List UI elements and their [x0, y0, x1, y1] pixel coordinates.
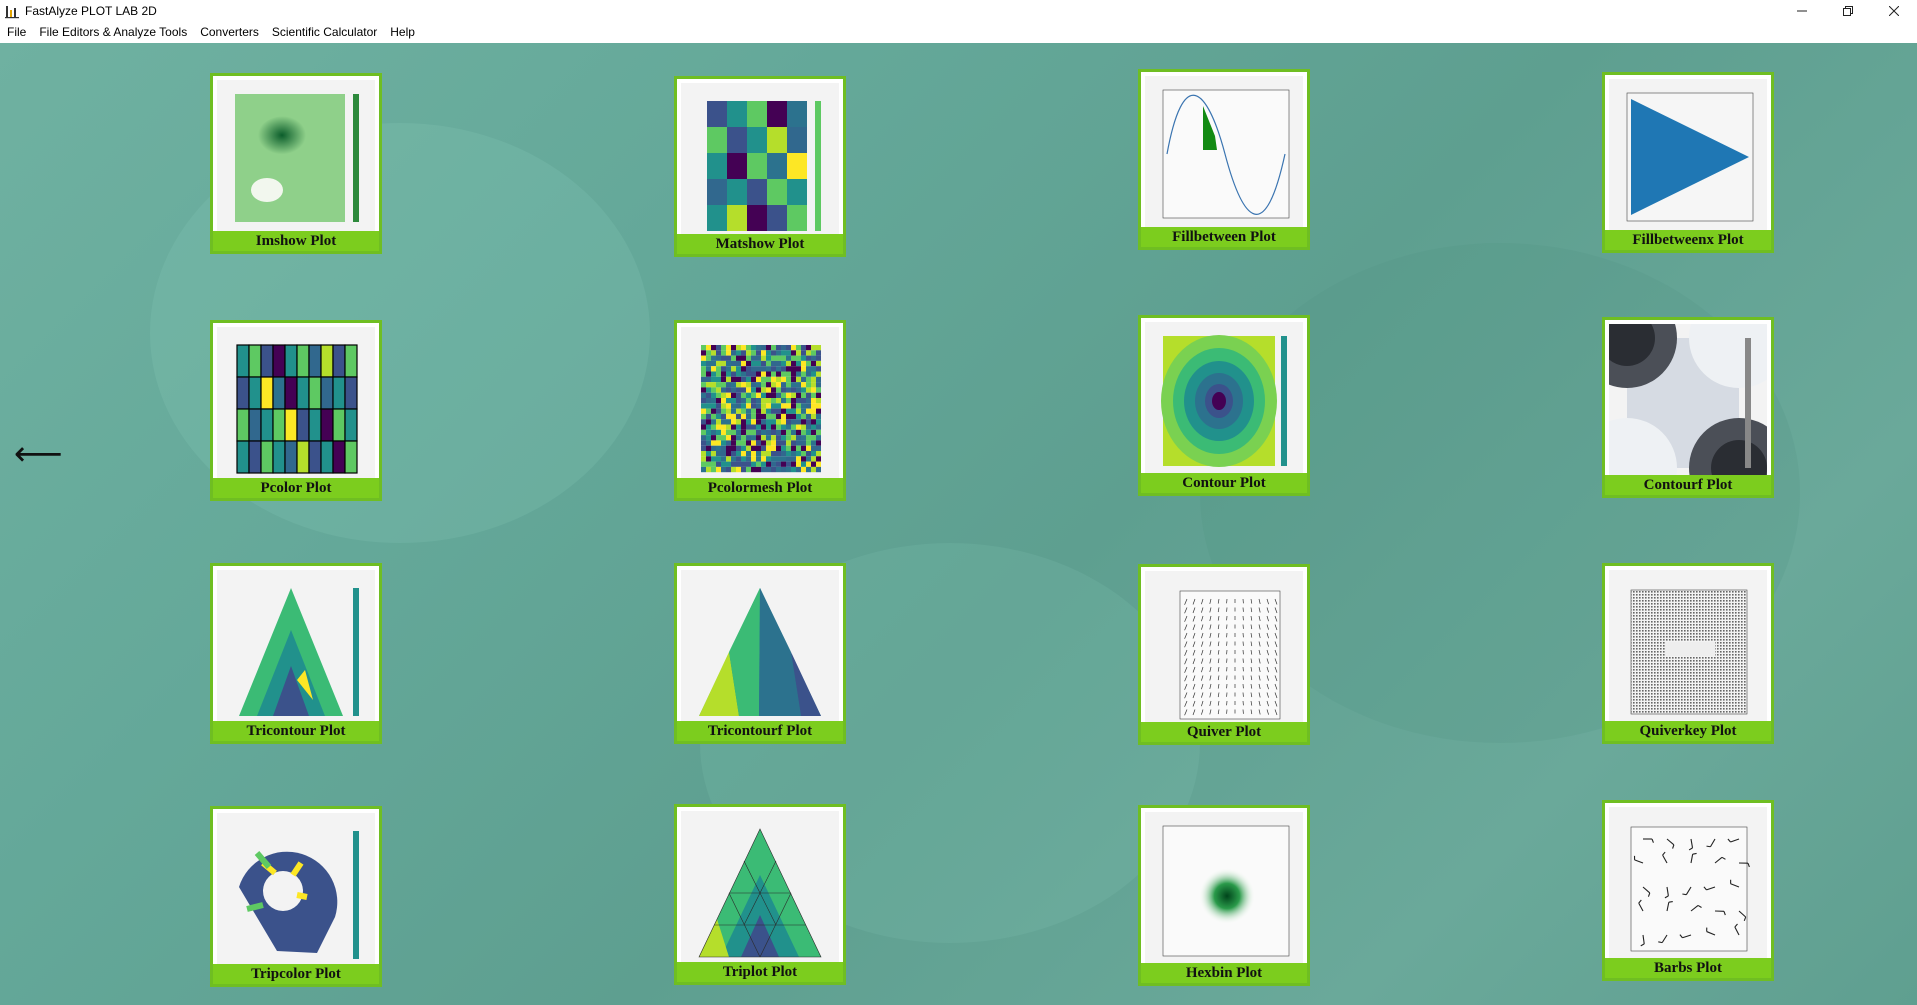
plot-label: Matshow Plot	[677, 234, 843, 254]
menu-file[interactable]: File	[0, 22, 32, 43]
barbs-plot-card[interactable]: Barbs Plot	[1602, 800, 1774, 981]
quiverkey-thumbnail	[1609, 570, 1767, 722]
plot-label: Hexbin Plot	[1141, 963, 1307, 983]
quiver-plot-card[interactable]: Quiver Plot	[1138, 564, 1310, 745]
pcolormesh-plot-card[interactable]: Pcolormesh Plot	[674, 320, 846, 501]
tricontour-plot-card[interactable]: Tricontour Plot	[210, 563, 382, 744]
contourf-plot-card[interactable]: Contourf Plot	[1602, 317, 1774, 498]
app-icon	[5, 6, 19, 19]
close-icon[interactable]	[1871, 0, 1917, 22]
pcolor-plot-card[interactable]: Pcolor Plot	[210, 320, 382, 501]
barbs-thumbnail	[1609, 807, 1767, 959]
matshow-plot-card[interactable]: Matshow Plot	[674, 76, 846, 257]
hexbin-thumbnail	[1145, 812, 1303, 964]
window-title: FastAlyze PLOT LAB 2D	[25, 4, 157, 18]
left-arrow-icon[interactable]: ⟵	[14, 437, 63, 471]
menu-scientific-calculator[interactable]: Scientific Calculator	[265, 22, 383, 43]
contourf-thumbnail	[1609, 324, 1767, 476]
fillbetweenx-thumbnail	[1609, 79, 1767, 231]
plot-label: Quiver Plot	[1141, 722, 1307, 742]
plot-label: Fillbetweenx Plot	[1605, 230, 1771, 250]
plot-label: Pcolor Plot	[213, 478, 379, 498]
menu-converters[interactable]: Converters	[193, 22, 265, 43]
title-bar: FastAlyze PLOT LAB 2D	[0, 0, 1917, 22]
minimize-icon[interactable]	[1779, 0, 1825, 22]
plot-label: Barbs Plot	[1605, 958, 1771, 978]
contour-thumbnail	[1145, 322, 1303, 474]
pcolor-thumbnail	[217, 327, 375, 479]
tripcolor-thumbnail	[217, 813, 375, 965]
plot-label: Quiverkey Plot	[1605, 721, 1771, 741]
matshow-thumbnail	[681, 83, 839, 235]
menu-help[interactable]: Help	[383, 22, 421, 43]
plot-label: Contourf Plot	[1605, 475, 1771, 495]
triplot-thumbnail	[681, 811, 839, 963]
menu-file-editors[interactable]: File Editors & Analyze Tools	[32, 22, 193, 43]
window-controls	[1779, 0, 1917, 22]
tricontourf-plot-card[interactable]: Tricontourf Plot	[674, 563, 846, 744]
imshow-plot-card[interactable]: Imshow Plot	[210, 73, 382, 254]
fillbetweenx-plot-card[interactable]: Fillbetweenx Plot	[1602, 72, 1774, 253]
plot-label: Tripcolor Plot	[213, 964, 379, 984]
main-panel: ⟵ Imshow Plot Matshow Plot Fillbetween P…	[0, 43, 1917, 1005]
fillbetween-thumbnail	[1145, 76, 1303, 228]
plot-label: Tricontourf Plot	[677, 721, 843, 741]
plot-label: Imshow Plot	[213, 231, 379, 251]
imshow-thumbnail	[217, 80, 375, 232]
pcolormesh-thumbnail	[681, 327, 839, 479]
fillbetween-plot-card[interactable]: Fillbetween Plot	[1138, 69, 1310, 250]
contour-plot-card[interactable]: Contour Plot	[1138, 315, 1310, 496]
plot-label: Contour Plot	[1141, 473, 1307, 493]
quiverkey-plot-card[interactable]: Quiverkey Plot	[1602, 563, 1774, 744]
restore-icon[interactable]	[1825, 0, 1871, 22]
tripcolor-plot-card[interactable]: Tripcolor Plot	[210, 806, 382, 987]
plot-label: Tricontour Plot	[213, 721, 379, 741]
tricontour-thumbnail	[217, 570, 375, 722]
menu-bar: File File Editors & Analyze Tools Conver…	[0, 22, 1917, 44]
triplot-plot-card[interactable]: Triplot Plot	[674, 804, 846, 985]
plot-label: Fillbetween Plot	[1141, 227, 1307, 247]
plot-label: Pcolormesh Plot	[677, 478, 843, 498]
plot-label: Triplot Plot	[677, 962, 843, 982]
quiver-thumbnail	[1145, 571, 1303, 723]
hexbin-plot-card[interactable]: Hexbin Plot	[1138, 805, 1310, 986]
tricontourf-thumbnail	[681, 570, 839, 722]
